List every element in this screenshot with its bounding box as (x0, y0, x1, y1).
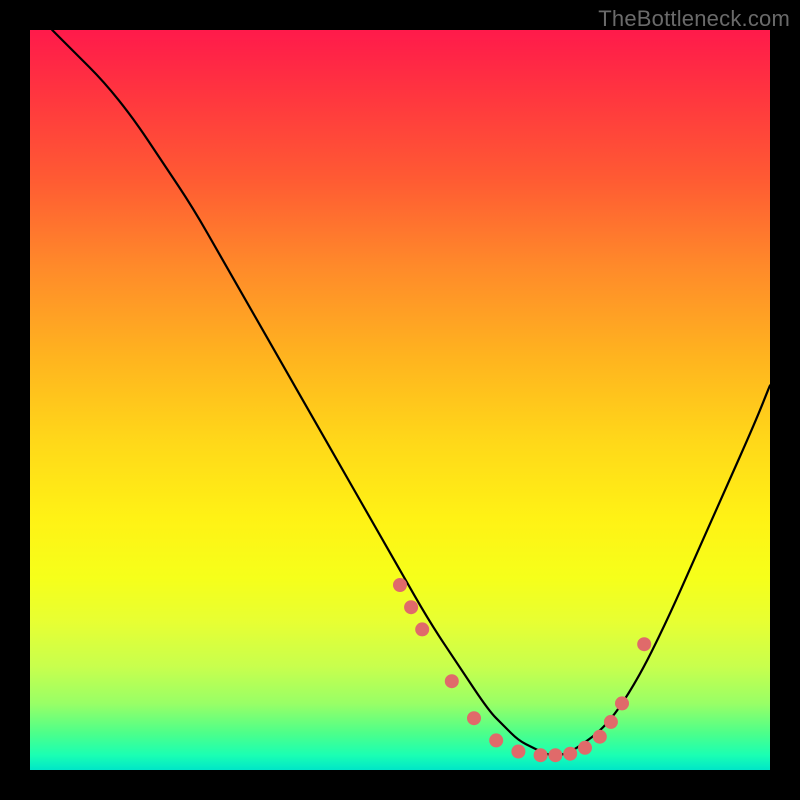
curve-marker (445, 674, 459, 688)
plot-area (30, 30, 770, 770)
curve-marker (534, 748, 548, 762)
curve-marker (578, 741, 592, 755)
curve-marker (615, 696, 629, 710)
curve-marker (467, 711, 481, 725)
curve-marker (511, 745, 525, 759)
curve-marker (489, 733, 503, 747)
curve-svg (30, 30, 770, 770)
marker-group (393, 578, 651, 762)
curve-marker (404, 600, 418, 614)
curve-marker (604, 715, 618, 729)
curve-marker (637, 637, 651, 651)
curve-marker (563, 747, 577, 761)
watermark-text: TheBottleneck.com (598, 6, 790, 32)
curve-marker (593, 730, 607, 744)
curve-marker (415, 622, 429, 636)
curve-marker (548, 748, 562, 762)
chart-frame: TheBottleneck.com (0, 0, 800, 800)
curve-marker (393, 578, 407, 592)
bottleneck-curve (52, 30, 770, 755)
